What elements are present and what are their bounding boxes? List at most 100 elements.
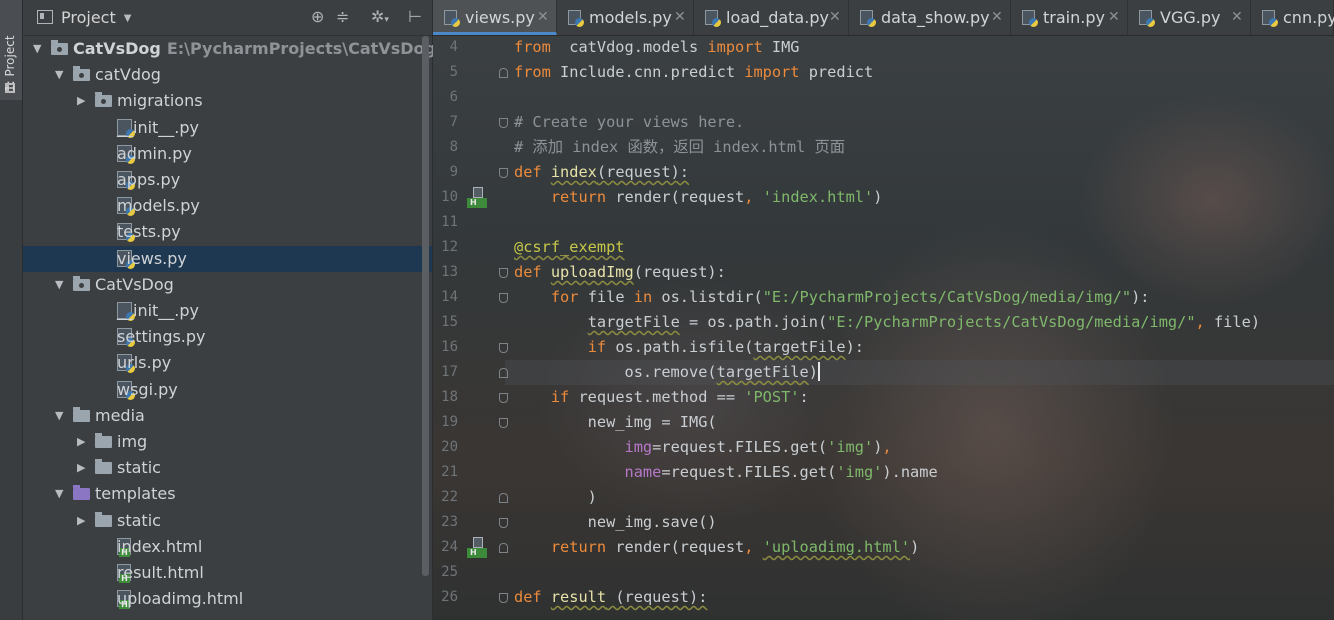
fold-marker-icon[interactable] (499, 418, 508, 428)
tree-item[interactable]: admin.py (23, 141, 432, 167)
expanded-arrow-icon[interactable]: ▼ (55, 403, 67, 429)
html-template-gutter-icon[interactable]: H (467, 187, 487, 208)
tree-item[interactable]: result.html (23, 560, 432, 586)
editor-tab[interactable]: load_data.py ✕ (694, 0, 849, 35)
tree-item-text: __init__.py (117, 115, 199, 141)
code-line: from Include.cnn.predict import predict (514, 60, 873, 85)
tree-item[interactable]: urls.py (23, 350, 432, 376)
tree-item[interactable]: wsgi.py (23, 377, 432, 403)
expanded-arrow-icon[interactable]: ▼ (55, 62, 67, 88)
tree-item[interactable]: ▼ CatVsDog E:\PycharmProjects\CatVsDog (23, 36, 436, 62)
tree-item[interactable]: ▶ static (23, 508, 432, 534)
html-template-gutter-icon[interactable]: H (467, 537, 487, 558)
collapsed-arrow-icon[interactable]: ▶ (77, 429, 89, 455)
editor-tab-label: models.py (589, 8, 672, 27)
tree-item[interactable]: ▶ img (23, 429, 432, 455)
project-panel-header: Project ▼ ⊕ ≑ ✲▾ ⊢ (23, 0, 432, 36)
collapse-all-icon[interactable]: ≑ (336, 7, 349, 26)
line-number: 12 (441, 239, 458, 255)
editor-tab[interactable]: views.py ✕ (433, 0, 557, 35)
code-token: @csrf_exempt (514, 238, 625, 256)
fold-marker-icon[interactable] (499, 518, 508, 528)
close-icon[interactable]: ✕ (1108, 0, 1120, 35)
code-token: catVdog.models (550, 38, 708, 56)
line-number: 20 (441, 439, 458, 455)
editor-tab[interactable]: VGG.py ✕ (1128, 0, 1251, 35)
project-scrollbar[interactable] (422, 36, 429, 576)
tree-item[interactable]: ▼ templates (23, 481, 432, 507)
fold-marker-icon[interactable] (499, 343, 508, 353)
expanded-arrow-icon[interactable]: ▼ (55, 481, 67, 507)
python-file-icon (1139, 10, 1155, 27)
project-view-selector[interactable]: Project ▼ (37, 8, 131, 27)
code-line: new_img = IMG( (514, 410, 717, 435)
tree-item-label: urls.py (117, 353, 172, 373)
tree-item-text: wsgi.py (117, 377, 178, 403)
tree-item[interactable]: ▼ catVdog (23, 62, 432, 88)
collapsed-arrow-icon[interactable]: ▶ (77, 455, 89, 481)
python-file-icon (568, 10, 584, 27)
tree-item[interactable]: ▼ CatVsDog (23, 272, 432, 298)
fold-marker-icon[interactable] (499, 293, 508, 303)
tree-item-label: tests.py (117, 222, 181, 242)
close-icon[interactable]: ✕ (674, 0, 686, 35)
fold-marker-icon[interactable] (499, 168, 508, 178)
fold-marker-icon[interactable] (499, 118, 508, 128)
code-line: return render(request, 'uploadimg.html') (514, 535, 919, 560)
text-caret (817, 362, 820, 381)
tree-item[interactable]: ▼ media (23, 403, 432, 429)
fold-marker-icon[interactable] (499, 543, 508, 553)
editor-tab[interactable]: models.py ✕ (557, 0, 694, 35)
tree-item[interactable]: index.html (23, 534, 432, 560)
code-token: =request.FILES.get( (661, 463, 837, 481)
close-icon[interactable]: ✕ (1231, 0, 1243, 35)
fold-marker-icon[interactable] (499, 268, 508, 278)
tree-item[interactable]: uploadimg.html (23, 586, 432, 612)
tree-item[interactable]: tests.py (23, 219, 432, 245)
hide-panel-icon[interactable]: ⊢ (408, 7, 422, 26)
tree-item-label: wsgi.py (117, 379, 178, 399)
close-icon[interactable]: ✕ (991, 0, 1003, 35)
editor-tab-label: load_data.py (726, 8, 829, 27)
close-icon[interactable]: ✕ (829, 0, 841, 35)
line-number: 17 (441, 364, 458, 380)
editor-tab[interactable]: cnn.py (1251, 0, 1334, 35)
collapsed-arrow-icon[interactable]: ▶ (77, 508, 89, 534)
editor-tab-label: train.py (1043, 8, 1105, 27)
fold-marker-icon[interactable] (499, 368, 508, 378)
code-editor: views.py ✕ models.py ✕ load_data.py ✕ data_sho… (433, 0, 1334, 620)
tree-item[interactable]: apps.py (23, 167, 432, 193)
line-number: 14 (441, 289, 458, 305)
fold-marker-icon[interactable] (499, 393, 508, 403)
tree-item-text: __init__.py (117, 298, 199, 324)
python-file-icon (860, 10, 876, 27)
project-tool-tab[interactable]: 1: Project (0, 0, 22, 100)
code-token: new_img.save() (514, 513, 717, 531)
tree-item[interactable]: ▶ migrations (23, 88, 432, 114)
fold-marker-icon[interactable] (499, 68, 508, 78)
tree-item[interactable]: settings.py (23, 324, 432, 350)
fold-marker-icon[interactable] (499, 493, 508, 503)
expanded-arrow-icon[interactable]: ▼ (33, 36, 45, 62)
editor-tab[interactable]: train.py ✕ (1011, 0, 1128, 35)
code-token: uploadImg (550, 263, 634, 281)
code-token: from (514, 38, 551, 56)
tree-item[interactable]: __init__.py (23, 115, 432, 141)
tree-item[interactable]: __init__.py (23, 298, 432, 324)
fold-marker-icon[interactable] (499, 593, 508, 603)
editor-tab-label: views.py (465, 8, 535, 27)
editor-tab[interactable]: data_show.py ✕ (849, 0, 1011, 35)
tree-item[interactable]: ▶ static (23, 455, 432, 481)
code-token: ): (845, 338, 864, 356)
close-icon[interactable]: ✕ (537, 0, 549, 35)
tree-item-label: catVdog (95, 65, 161, 85)
collapsed-arrow-icon[interactable]: ▶ (77, 88, 89, 114)
crosshair-icon[interactable]: ⊕ (311, 7, 324, 26)
code-area[interactable]: from catVdog.models import IMG from Inclu… (514, 35, 1334, 620)
tree-item[interactable]: models.py (23, 193, 432, 219)
expanded-arrow-icon[interactable]: ▼ (55, 272, 67, 298)
tree-item[interactable]: views.py (23, 245, 432, 272)
gear-icon[interactable]: ✲▾ (371, 7, 389, 26)
